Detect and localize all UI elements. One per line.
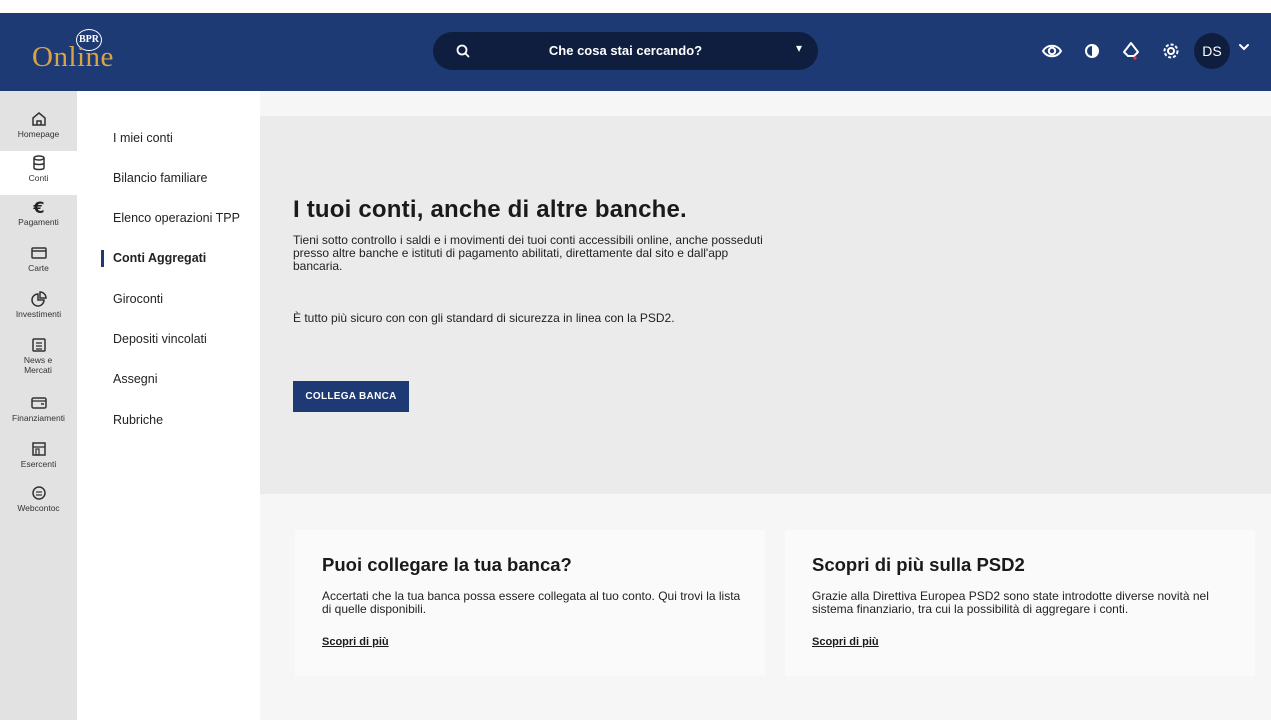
rail-item-esercenti[interactable]: Esercenti	[0, 437, 77, 481]
subnav-item-conti-aggregati[interactable]: Conti Aggregati	[113, 251, 206, 265]
top-strip	[0, 0, 1271, 13]
euro-icon: €	[32, 198, 44, 216]
rail-item-investimenti[interactable]: Investimenti	[0, 287, 77, 331]
rail-item-conti[interactable]: Conti	[0, 151, 77, 195]
rail-item-label: Investimenti	[15, 309, 62, 319]
info-section: Puoi collegare la tua banca? Accertati c…	[260, 494, 1271, 720]
card-link-scopri[interactable]: Scopri di più	[812, 636, 879, 648]
rail-item-carte[interactable]: Carte	[0, 241, 77, 285]
rail-item-label: News e Mercati	[23, 355, 53, 375]
hero-section: I tuoi conti, anche di altre banche. Tie…	[260, 116, 1271, 494]
subnav-item-bilancio[interactable]: Bilancio familiare	[113, 171, 207, 185]
store-icon	[31, 442, 46, 456]
card-title: Scopri di più sulla PSD2	[812, 554, 1025, 575]
card-icon	[30, 247, 47, 259]
card-title: Puoi collegare la tua banca?	[322, 554, 572, 575]
home-icon	[31, 112, 46, 126]
eye-icon[interactable]	[1041, 40, 1063, 62]
card-text: Accertati che la tua banca possa essere …	[322, 589, 741, 616]
chat-icon	[31, 486, 46, 500]
info-card-collegare: Puoi collegare la tua banca? Accertati c…	[295, 530, 765, 676]
search-dropdown-icon[interactable]: ▾	[796, 41, 802, 55]
collega-banca-button[interactable]: COLLEGA BANCA	[293, 381, 409, 412]
rail-item-label: Carte	[28, 263, 49, 273]
rail-item-label: Conti	[28, 173, 49, 183]
avatar[interactable]: DS	[1194, 33, 1230, 69]
svg-text:€: €	[32, 198, 44, 216]
subnav-item-miei-conti[interactable]: I miei conti	[113, 131, 173, 145]
contrast-icon[interactable]	[1081, 40, 1103, 62]
logo-text-main: Online	[32, 41, 114, 73]
main-top-spacer	[260, 91, 1271, 116]
wallet-icon	[30, 397, 47, 409]
rail-item-news[interactable]: News e Mercati	[0, 333, 77, 383]
notification-icon[interactable]	[1120, 40, 1142, 62]
info-card-psd2: Scopri di più sulla PSD2 Grazie alla Dir…	[785, 530, 1255, 676]
rail-item-homepage[interactable]: Homepage	[0, 107, 77, 151]
hero-description: Tieni sotto controllo i saldi e i movime…	[293, 233, 763, 273]
pie-chart-icon	[30, 291, 47, 307]
logo[interactable]: BPR Online	[32, 29, 142, 77]
rail-item-label: Finanziamenti	[12, 413, 65, 423]
card-link-scopri[interactable]: Scopri di più	[322, 636, 389, 648]
rail-item-label: Homepage	[17, 129, 60, 139]
news-icon	[31, 338, 46, 352]
subnav-item-giroconti[interactable]: Giroconti	[113, 292, 163, 306]
logo-text: Online	[32, 41, 114, 74]
app-header: BPR Online Che cosa stai cercando? ▾ DS	[0, 13, 1271, 91]
rail-item-label: Webcontoc	[17, 503, 60, 513]
card-text: Grazie alla Direttiva Europea PSD2 sono …	[812, 589, 1209, 616]
page-title: I tuoi conti, anche di altre banche.	[293, 196, 687, 223]
settings-icon[interactable]	[1160, 40, 1182, 62]
rail-item-label: Pagamenti	[18, 217, 59, 227]
rail-item-finanziamenti[interactable]: Finanziamenti	[0, 391, 77, 435]
subnav-item-operazioni-tpp[interactable]: Elenco operazioni TPP	[113, 211, 240, 225]
hero-security-note: È tutto più sicuro con con gli standard …	[293, 311, 675, 325]
search-input[interactable]: Che cosa stai cercando?	[433, 43, 818, 58]
search-bar[interactable]: Che cosa stai cercando? ▾	[433, 32, 818, 70]
subnav-item-rubriche[interactable]: Rubriche	[113, 413, 163, 427]
rail-item-label: Esercenti	[20, 459, 57, 469]
rail-item-pagamenti[interactable]: € Pagamenti	[0, 195, 77, 239]
conti-subnav: I miei conti Bilancio familiare Elenco o…	[77, 91, 260, 720]
main-nav-rail: Homepage Conti € Pagamenti Carte Investi…	[0, 91, 77, 720]
subnav-item-depositi[interactable]: Depositi vincolati	[113, 332, 207, 346]
active-indicator	[101, 250, 104, 267]
rail-item-webcontoc[interactable]: Webcontoc	[0, 481, 77, 525]
chevron-down-icon[interactable]	[1237, 40, 1251, 54]
database-icon	[32, 155, 45, 171]
subnav-item-assegni[interactable]: Assegni	[113, 372, 157, 386]
